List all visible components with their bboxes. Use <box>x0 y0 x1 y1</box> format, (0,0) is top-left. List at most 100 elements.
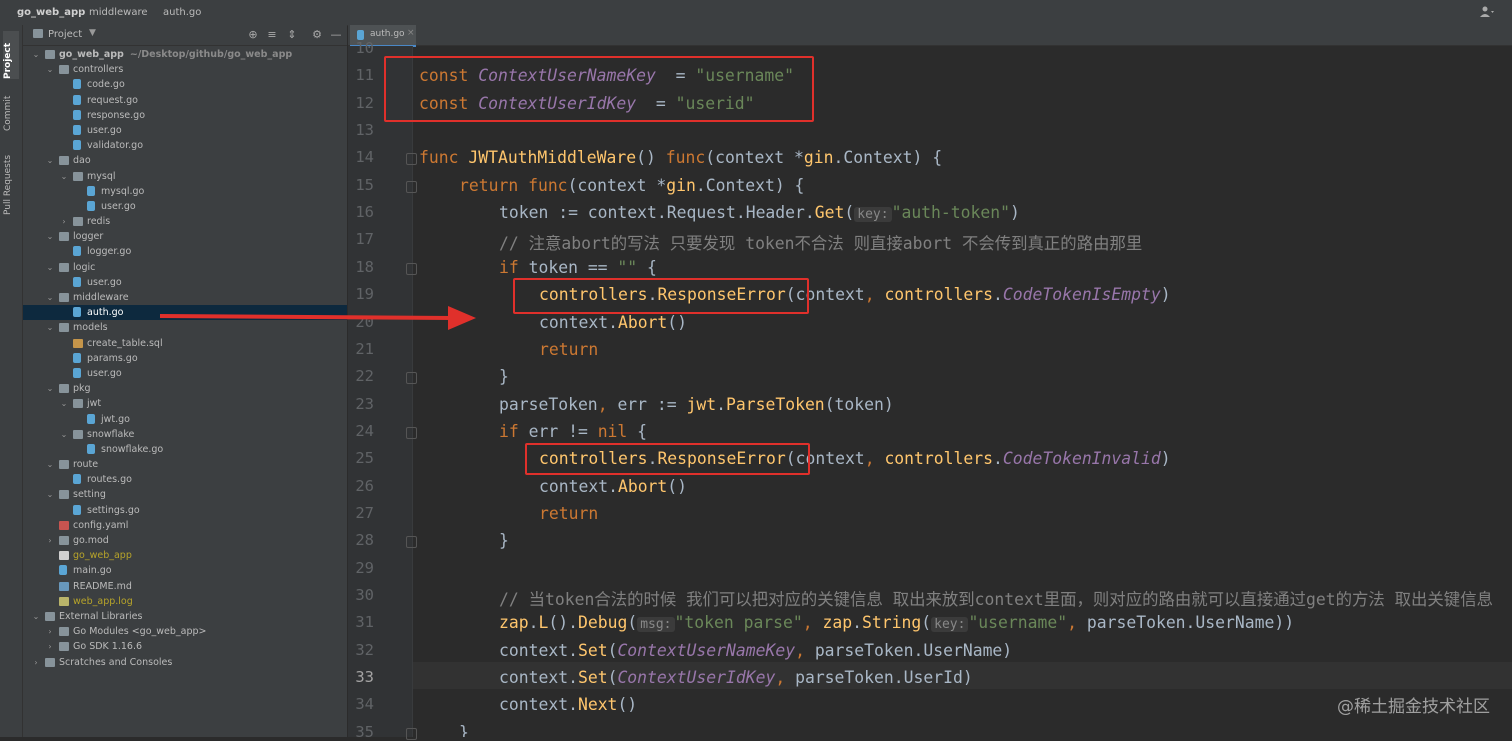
tree-file[interactable]: user.go <box>23 123 347 138</box>
tree-file[interactable]: go_web_app <box>23 548 347 563</box>
chevron-down-icon[interactable]: ⌄ <box>59 427 69 442</box>
tree-folder[interactable]: › Go SDK 1.16.6 <box>23 639 347 654</box>
chevron-down-icon[interactable]: ⌄ <box>59 169 69 184</box>
tree-folder[interactable]: ⌄ External Libraries <box>23 609 347 624</box>
gear-icon[interactable]: ⚙ <box>310 28 324 42</box>
chevron-down-icon[interactable]: ⌄ <box>45 290 55 305</box>
tree-folder[interactable]: › redis <box>23 214 347 229</box>
code-token: ( <box>921 613 932 633</box>
chevron-down-icon[interactable]: ⌄ <box>45 229 55 244</box>
code-token: ) <box>1160 449 1171 469</box>
breadcrumb-file[interactable]: auth.go <box>163 7 201 18</box>
chevron-right-icon[interactable]: › <box>59 214 69 229</box>
tree-folder[interactable]: › Scratches and Consoles <box>23 655 347 670</box>
chevron-down-icon[interactable]: ⌄ <box>59 396 69 411</box>
tree-folder[interactable]: ⌄ logger <box>23 229 347 244</box>
tree-folder[interactable]: ⌄ setting <box>23 487 347 502</box>
tree-file[interactable]: routes.go <box>23 472 347 487</box>
folder-icon <box>59 156 69 166</box>
chevron-down-icon[interactable]: ⌄ <box>31 609 41 624</box>
tree-file[interactable]: jwt.go <box>23 412 347 427</box>
line-number: 18 <box>355 257 374 276</box>
code-line: } <box>499 531 509 550</box>
tree-item-label: redis <box>87 216 111 228</box>
tree-file[interactable]: README.md <box>23 579 347 594</box>
tab-project[interactable]: Project <box>3 31 19 79</box>
chevron-down-icon[interactable]: ⌄ <box>45 487 55 502</box>
code-token: { <box>637 257 657 277</box>
hide-icon[interactable]: — <box>329 28 343 42</box>
code-token: parseToken <box>499 394 598 414</box>
tree-file[interactable]: params.go <box>23 351 347 366</box>
tree-folder[interactable]: ⌄ route <box>23 457 347 472</box>
tree-file[interactable]: snowflake.go <box>23 442 347 457</box>
line-number: 14 <box>355 148 374 167</box>
tree-folder[interactable]: › Go Modules <go_web_app> <box>23 624 347 639</box>
chevron-down-icon[interactable]: ⌄ <box>45 320 55 335</box>
user-icon[interactable] <box>1480 6 1494 18</box>
code-token: ContextUserIdKey <box>617 668 776 688</box>
line-number: 28 <box>355 531 374 550</box>
tree-folder[interactable]: ⌄ logic <box>23 260 347 275</box>
tree-folder[interactable]: ⌄ models <box>23 320 347 335</box>
collapse-all-icon[interactable]: ⇕ <box>285 28 299 42</box>
tree-file[interactable]: web_app.log <box>23 594 347 609</box>
line-number: 20 <box>355 312 374 331</box>
code-token: () <box>667 476 688 496</box>
highlight-box-response-error-invalid <box>525 443 810 475</box>
code-token: . <box>993 449 1003 469</box>
code-token: Debug <box>577 613 628 633</box>
tree-file[interactable]: user.go <box>23 366 347 381</box>
tree-folder[interactable]: ⌄ dao <box>23 153 347 168</box>
locate-icon[interactable]: ⊕ <box>246 28 260 42</box>
project-view-selector[interactable]: Project <box>48 29 82 40</box>
chevron-right-icon[interactable]: › <box>45 624 55 639</box>
breadcrumb-folder[interactable]: middleware <box>89 7 148 18</box>
chevron-down-icon[interactable]: ⌄ <box>45 457 55 472</box>
chevron-down-icon[interactable]: ⌄ <box>45 260 55 275</box>
tree-item-label: logger.go <box>87 246 132 258</box>
code-editor[interactable]: const ContextUserNameKey = "username" con… <box>413 46 1512 737</box>
tree-folder[interactable]: › go.mod <box>23 533 347 548</box>
tree-file[interactable]: request.go <box>23 93 347 108</box>
close-icon[interactable]: × <box>407 28 415 38</box>
code-token: , <box>775 668 796 688</box>
tree-folder[interactable]: ⌄ go_web_app ~/Desktop/github/go_web_app <box>23 47 347 62</box>
lib-icon <box>45 657 55 667</box>
tree-folder[interactable]: ⌄ jwt <box>23 396 347 411</box>
chevron-down-icon[interactable]: ⌄ <box>45 381 55 396</box>
tree-file[interactable]: validator.go <box>23 138 347 153</box>
tree-folder[interactable]: ⌄ pkg <box>23 381 347 396</box>
chevron-right-icon[interactable]: › <box>45 639 55 654</box>
expand-all-icon[interactable]: ≡ <box>265 28 279 42</box>
code-token: String <box>862 613 922 633</box>
chevron-down-icon[interactable]: ⌄ <box>45 153 55 168</box>
go-icon <box>73 79 81 90</box>
tree-file[interactable]: config.yaml <box>23 518 347 533</box>
tree-file[interactable]: code.go <box>23 77 347 92</box>
tree-file[interactable]: create_table.sql <box>23 336 347 351</box>
chevron-right-icon[interactable]: › <box>45 533 55 548</box>
chevron-down-icon[interactable]: ⌄ <box>31 47 41 62</box>
tree-folder[interactable]: ⌄ snowflake <box>23 427 347 442</box>
tree-folder[interactable]: ⌄ middleware <box>23 290 347 305</box>
tree-item-label: External Libraries <box>59 610 143 622</box>
chevron-right-icon[interactable]: › <box>31 655 41 670</box>
tab-pull-requests[interactable]: Pull Requests <box>3 147 19 215</box>
chevron-down-icon[interactable]: ▼ <box>89 28 96 38</box>
chevron-down-icon[interactable]: ⌄ <box>45 62 55 77</box>
breadcrumb-project[interactable]: go_web_app <box>17 7 85 18</box>
tree-file[interactable]: user.go <box>23 199 347 214</box>
tree-folder[interactable]: ⌄ mysql <box>23 169 347 184</box>
tree-item-label: user.go <box>101 200 136 212</box>
tab-commit[interactable]: Commit <box>3 87 19 131</box>
code-token: controllers <box>884 285 993 305</box>
tree-file[interactable]: user.go <box>23 275 347 290</box>
tree-file[interactable]: settings.go <box>23 503 347 518</box>
tree-folder[interactable]: ⌄ controllers <box>23 62 347 77</box>
tree-file[interactable]: auth.go <box>23 305 347 321</box>
tree-file[interactable]: response.go <box>23 108 347 123</box>
tree-file[interactable]: main.go <box>23 563 347 578</box>
tree-file[interactable]: logger.go <box>23 244 347 259</box>
tree-file[interactable]: mysql.go <box>23 184 347 199</box>
